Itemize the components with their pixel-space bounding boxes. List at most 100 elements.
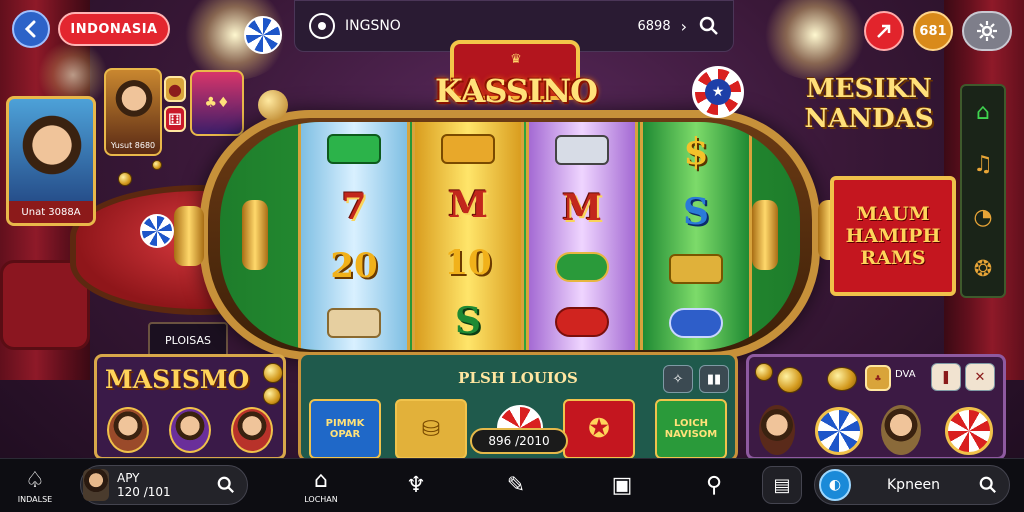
lock-icon: ⌂ [314, 467, 328, 493]
poker-chip-icon [244, 16, 282, 54]
chevron-right-icon: › [680, 16, 687, 36]
slot-reels[interactable]: 7 20 M 10 S M $ S [220, 122, 800, 350]
badge-button[interactable]: 681 [913, 11, 953, 51]
poker-chip-icon[interactable] [945, 407, 993, 455]
record-icon [309, 13, 335, 39]
avatar[interactable] [107, 407, 149, 453]
card-caption: Yusut 8680 [110, 141, 156, 150]
search-text: Kpneen [887, 477, 941, 493]
toggle-button[interactable]: ❚ [931, 363, 961, 391]
game-card-small[interactable]: Yusut 8680 [104, 68, 162, 156]
character-portrait[interactable] [881, 405, 921, 455]
lever-handle[interactable] [174, 206, 204, 266]
scroll-icon [327, 307, 381, 338]
left-handle-ornament [242, 200, 268, 270]
right-handle-ornament [752, 200, 778, 270]
poker-chip-icon [140, 214, 174, 248]
cards-icon: ▣ [611, 473, 633, 498]
cash-icon [327, 134, 381, 165]
nav-games[interactable]: ▣ [602, 459, 642, 512]
bottom-search[interactable]: ◐ Kpneen [814, 465, 1010, 505]
chip-icon [669, 308, 723, 338]
mini-game-icon[interactable]: ♣ [865, 365, 891, 391]
reel-1[interactable]: 7 20 [298, 122, 410, 350]
coin-icon [755, 363, 773, 381]
game-tile[interactable]: ✪ [563, 399, 635, 459]
mask-icon [669, 254, 723, 284]
avatar[interactable] [231, 407, 273, 453]
poker-chip-icon[interactable] [815, 407, 863, 455]
star-chip-icon [692, 66, 744, 118]
back-button[interactable] [12, 10, 50, 48]
machine-knob[interactable] [258, 90, 288, 120]
wing-icon [555, 307, 609, 338]
profile-info: APY 120 /101 [117, 471, 171, 499]
wallet-icon: ▤ [773, 474, 791, 496]
music-icon[interactable]: ♫ [973, 152, 993, 177]
settings-button[interactable] [962, 11, 1012, 51]
stats-button[interactable]: ▮▮ [699, 365, 729, 393]
slot-art-icon: ♣♦ [204, 95, 230, 111]
avatar[interactable] [169, 407, 211, 453]
game-card-slot[interactable]: ♣♦ [190, 70, 244, 136]
nav-home[interactable]: ♤ INDALSE [10, 459, 60, 512]
reel-symbol: 10 [444, 242, 492, 283]
bar-chart-icon: ▮▮ [706, 371, 722, 387]
wheel-icon[interactable]: ❂ [974, 257, 992, 282]
search-icon[interactable] [979, 476, 997, 494]
coin-icon [118, 172, 132, 186]
reel-symbol: S [683, 191, 709, 233]
reel-symbol: M [448, 183, 488, 226]
arrow-up-right-icon [877, 24, 891, 38]
trend-button[interactable] [864, 11, 904, 51]
coin-icon [263, 363, 283, 383]
reel-4[interactable]: $ S [640, 122, 752, 350]
dice-tile[interactable]: ⚅ [164, 106, 186, 132]
search-icon[interactable] [217, 476, 235, 494]
game-card-hero[interactable]: Unat 3088A [6, 96, 96, 226]
close-icon: ✕ [974, 369, 986, 385]
logo-title: KASSINO [435, 72, 598, 110]
right-promo-sign[interactable]: MAUM HAMIPH RAMS [830, 176, 956, 296]
sparkle-icon: ✧ [672, 371, 684, 387]
search-icon[interactable] [699, 16, 719, 36]
nav-lobby[interactable]: ⌂ LOCHAN [296, 459, 346, 512]
nav-trophy[interactable]: ♆ [396, 459, 436, 512]
chat-icon: ◐ [819, 469, 851, 501]
coin-stack-icon: ⛁ [421, 416, 441, 442]
gear-icon [977, 21, 997, 41]
panel-left: MASISMO [94, 354, 286, 460]
coin-icon [827, 367, 857, 391]
character-portrait[interactable] [759, 405, 795, 455]
game-tile[interactable]: LOICH NAVISOM [655, 399, 727, 459]
region-selector[interactable]: INDONASIA [58, 12, 170, 46]
home-icon[interactable]: ⌂ [976, 100, 990, 125]
profile-widget[interactable]: APY 120 /101 [80, 465, 248, 505]
clock-icon[interactable]: ◔ [973, 205, 992, 230]
phone-icon [555, 134, 609, 165]
sparkle-button[interactable]: ✧ [663, 365, 693, 393]
table-sign: PLOISAS [148, 322, 228, 358]
search-label: INGSNO [345, 18, 401, 34]
nav-rewards[interactable]: ✎ [496, 459, 536, 512]
reel-2[interactable]: M 10 S [412, 122, 524, 350]
panel-title: MASISMO [105, 365, 250, 394]
nav-label: INDALSE [17, 494, 53, 504]
game-tile[interactable]: ⛁ [395, 399, 467, 459]
logo-ornament: ♛ [510, 52, 522, 67]
reel-3[interactable]: M [526, 122, 638, 350]
wallet-button[interactable]: ▤ [762, 466, 802, 504]
search-count: 6898 [637, 18, 671, 34]
spade-icon: ♤ [25, 467, 45, 493]
gem-icon [555, 251, 609, 282]
reel-symbol: 7 [341, 185, 367, 228]
feather-icon: ✎ [506, 473, 526, 498]
profile-line: APY [117, 471, 140, 485]
nav-profile[interactable]: ⚲ [694, 459, 734, 512]
reel-symbol: M [562, 187, 602, 230]
game-tile[interactable]: PIMMK OPAR [309, 399, 381, 459]
pause-icon: ❚ [940, 369, 952, 385]
coin-tile[interactable]: ● [164, 76, 186, 102]
panel-right: ♣ DVA ❚ ✕ [746, 354, 1006, 460]
close-button[interactable]: ✕ [965, 363, 995, 391]
